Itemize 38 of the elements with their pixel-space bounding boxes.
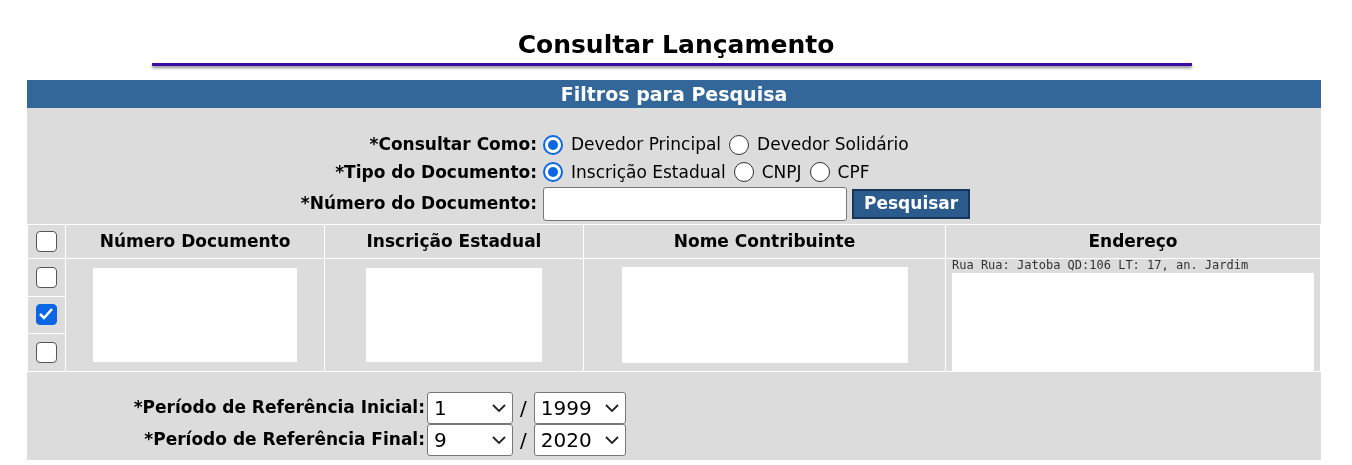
radio-button[interactable]	[543, 134, 563, 155]
year-select[interactable]: 2020	[533, 424, 626, 456]
option-label: Devedor Principal	[571, 133, 722, 156]
field-label: *Período de Referência Final:	[143, 428, 425, 452]
column-header: Nome Contribuinte	[583, 224, 946, 259]
separator: /	[520, 427, 527, 454]
option-label: Inscrição Estadual	[571, 160, 726, 184]
checkbox[interactable]	[36, 304, 57, 326]
caret-icon	[604, 403, 619, 413]
option-label: Devedor Solidário	[757, 133, 909, 156]
option-label: CPF	[837, 160, 870, 184]
field-label: *Tipo do Documento:	[334, 160, 537, 184]
address-text: Rua Rua: Jatoba QD:106 LT: 17, an. Jardim	[951, 259, 1250, 271]
page-title: Consultar Lançamento	[516, 30, 836, 60]
panel-header: Filtros para Pesquisa	[27, 80, 1321, 108]
checkbox[interactable]	[36, 266, 57, 288]
field-label: *Consultar Como:	[368, 133, 537, 156]
caret-icon	[604, 435, 619, 445]
radio-button[interactable]	[729, 134, 750, 155]
separator: /	[520, 395, 527, 422]
month-select[interactable]: 9	[427, 424, 513, 456]
column-header: Endereço	[945, 224, 1321, 259]
checkbox[interactable]	[36, 342, 57, 364]
field-label: *Número do Documento:	[299, 192, 537, 216]
year-select[interactable]: 1999	[533, 392, 626, 424]
radio-button[interactable]	[543, 162, 563, 183]
checkbox[interactable]	[36, 231, 57, 252]
caret-icon	[492, 435, 506, 445]
column-header: Número Documento	[65, 224, 325, 259]
field-label: *Período de Referência Inicial:	[132, 396, 425, 420]
document-number-field[interactable]	[543, 187, 847, 221]
column-header: Inscrição Estadual	[324, 224, 584, 259]
month-select[interactable]: 1	[427, 392, 513, 424]
option-label: CNPJ	[761, 160, 802, 184]
radio-button[interactable]	[733, 162, 754, 183]
caret-icon	[492, 403, 506, 413]
radio-button[interactable]	[809, 162, 830, 183]
search-button[interactable]: Pesquisar	[852, 189, 971, 219]
